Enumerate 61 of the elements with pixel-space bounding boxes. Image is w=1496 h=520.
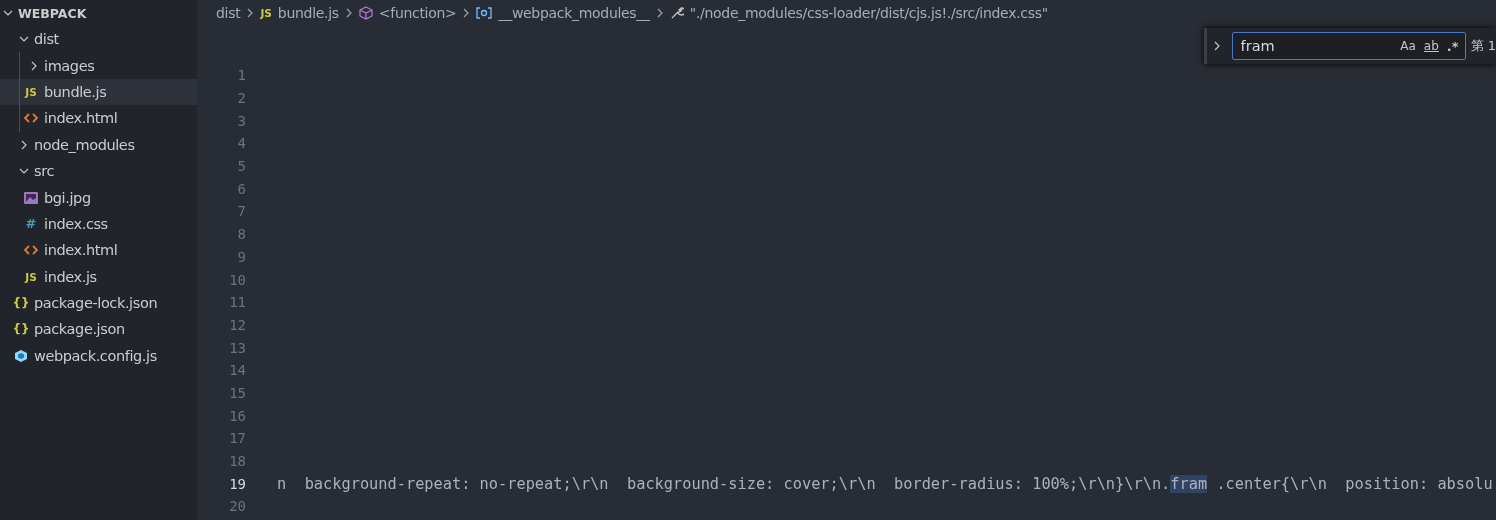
file-item[interactable]: {} package-lock.json (0, 289, 197, 317)
cube-icon (358, 6, 373, 20)
line-number: 9 (236, 248, 246, 265)
js-file-icon: JS (25, 270, 37, 283)
code-brackets-icon (24, 244, 38, 257)
file-item[interactable]: index.html (0, 105, 197, 132)
file-item[interactable]: {} package.json (0, 316, 197, 343)
cube-icon (14, 348, 28, 363)
match-count: 第 1 (1470, 37, 1496, 55)
code-brackets-icon (24, 112, 38, 125)
breadcrumb-item[interactable]: "./node_modules/css-loader/dist/cjs.js!./src/index.css" (669, 5, 1048, 21)
line-number: 18 (228, 453, 246, 470)
line-number: 14 (228, 362, 246, 379)
file-item[interactable]: # index.css (0, 210, 197, 238)
line-number: 6 (236, 180, 246, 197)
folder-item[interactable]: src (0, 157, 197, 185)
explorer-header[interactable]: WEBPACK (0, 0, 197, 26)
line-number: 16 (228, 407, 246, 424)
section-title: WEBPACK (18, 5, 87, 21)
line-number: 2 (236, 90, 246, 107)
line-number: 12 (228, 316, 246, 333)
image-file-icon (23, 190, 39, 205)
whole-word-button[interactable]: ab (1423, 39, 1439, 53)
search-field[interactable]: fram Aa ab .* (1231, 32, 1466, 60)
line-number: 15 (228, 384, 246, 401)
breadcrumb-item[interactable]: dist (216, 5, 241, 21)
js-file-icon: JS (260, 7, 272, 19)
breadcrumb-item[interactable]: <function> (358, 5, 457, 21)
line-number: 20 (228, 498, 246, 515)
match-case-button[interactable]: Aa (1400, 39, 1416, 53)
line-number: 1 (236, 67, 246, 84)
file-item[interactable]: JS index.js (0, 263, 197, 290)
hash-icon: # (25, 216, 37, 232)
line-number: 17 (228, 430, 246, 447)
file-item[interactable]: webpack.config.js (0, 342, 197, 370)
file-item[interactable]: index.html (0, 237, 197, 264)
code-text: .center{\r\n position: absolu (1215, 474, 1493, 493)
code-text: n background-repeat: no-repeat;\r\n background-size: cover;\r\n border-radius: 100%;\r\n}\r\n. (277, 474, 1171, 493)
file-item[interactable]: JS bundle.js (0, 78, 197, 106)
line-number: 10 (228, 271, 246, 288)
line-number: 13 (228, 339, 246, 356)
folder-item[interactable]: dist (0, 26, 197, 53)
line-number: 4 (236, 135, 246, 152)
braces-icon: {} (12, 322, 30, 337)
regex-button[interactable]: .* (1446, 38, 1459, 54)
search-match: fram (1170, 474, 1208, 493)
line-number: 5 (236, 158, 246, 175)
line-number: 3 (236, 112, 246, 129)
folder-item[interactable]: node_modules (0, 131, 197, 158)
line-number: 7 (236, 203, 246, 220)
breadcrumb-item[interactable]: JS bundle.js (260, 5, 339, 21)
line-number: 19 (228, 475, 246, 492)
js-file-icon: JS (25, 85, 37, 98)
line-number: 8 (236, 226, 246, 243)
folder-item[interactable]: images (0, 52, 197, 79)
breadcrumb-item[interactable]: __webpack_modules__ (476, 5, 650, 21)
line-number: 11 (228, 294, 246, 311)
wrench-icon (669, 6, 684, 20)
file-item[interactable]: bgi.jpg (0, 184, 197, 211)
braces-icon: {} (12, 296, 30, 311)
variable-icon (476, 7, 493, 19)
